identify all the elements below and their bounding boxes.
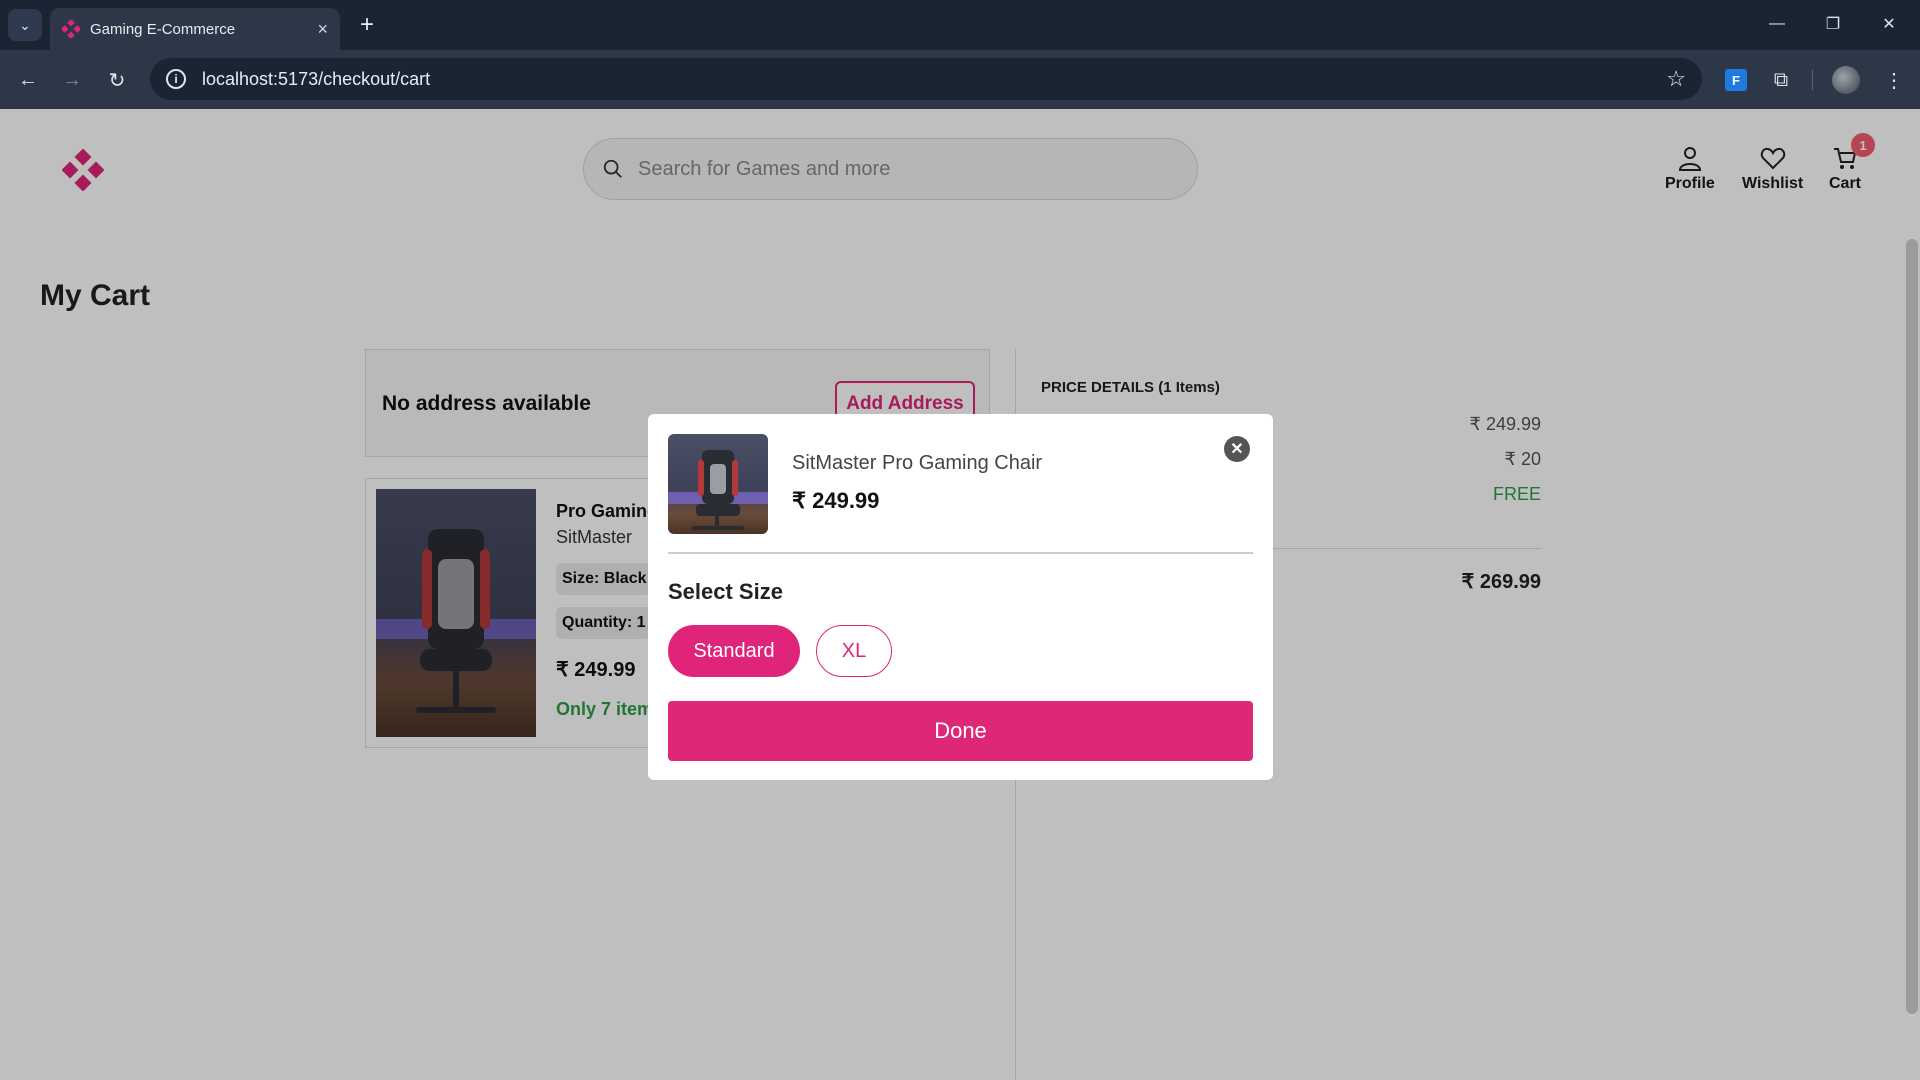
browser-toolbar: ← → ↻ i localhost:5173/checkout/cart ☆ F… — [0, 50, 1920, 109]
profile-avatar[interactable] — [1830, 64, 1862, 96]
extension-app-icon[interactable]: F — [1720, 64, 1752, 96]
tab-search-chevron-icon[interactable]: ⌄ — [8, 9, 42, 41]
bookmark-star-icon[interactable]: ☆ — [1666, 66, 1686, 92]
done-button[interactable]: Done — [668, 701, 1253, 761]
tab-close-icon[interactable]: × — [317, 19, 328, 40]
url-text: localhost:5173/checkout/cart — [202, 68, 431, 89]
back-arrow-icon[interactable]: ← — [12, 64, 44, 96]
modal-product-name: SitMaster Pro Gaming Chair — [792, 452, 1043, 474]
restore-icon[interactable]: ❐ — [1810, 8, 1856, 40]
browser-tabstrip: ⌄ Gaming E-Commerce × + — ❐ ✕ — [0, 0, 1920, 50]
modal-product-thumbnail — [668, 434, 768, 534]
site-info-icon[interactable]: i — [166, 69, 186, 89]
extensions-puzzle-icon[interactable]: ⧉ — [1765, 64, 1797, 96]
browser-tab[interactable]: Gaming E-Commerce × — [50, 8, 340, 50]
window-close-icon[interactable]: ✕ — [1866, 8, 1912, 40]
site-favicon-icon — [62, 20, 80, 38]
toolbar-divider — [1812, 70, 1813, 90]
browser-menu-icon[interactable]: ⋮ — [1878, 64, 1910, 96]
close-modal-icon[interactable]: ✕ — [1224, 436, 1250, 462]
forward-arrow-icon[interactable]: → — [56, 64, 88, 96]
address-bar[interactable]: i localhost:5173/checkout/cart ☆ — [150, 58, 1702, 100]
select-size-modal: SitMaster Pro Gaming Chair ₹ 249.99 ✕ Se… — [648, 414, 1273, 780]
select-size-heading: Select Size — [668, 579, 783, 604]
tab-title: Gaming E-Commerce — [90, 20, 236, 38]
modal-divider — [668, 552, 1253, 554]
size-option-standard[interactable]: Standard — [668, 625, 800, 677]
new-tab-plus-icon[interactable]: + — [352, 10, 382, 40]
modal-product-price: ₹ 249.99 — [792, 488, 880, 513]
reload-icon[interactable]: ↻ — [101, 64, 133, 96]
minimize-icon[interactable]: — — [1754, 8, 1800, 40]
size-option-xl[interactable]: XL — [816, 625, 892, 677]
